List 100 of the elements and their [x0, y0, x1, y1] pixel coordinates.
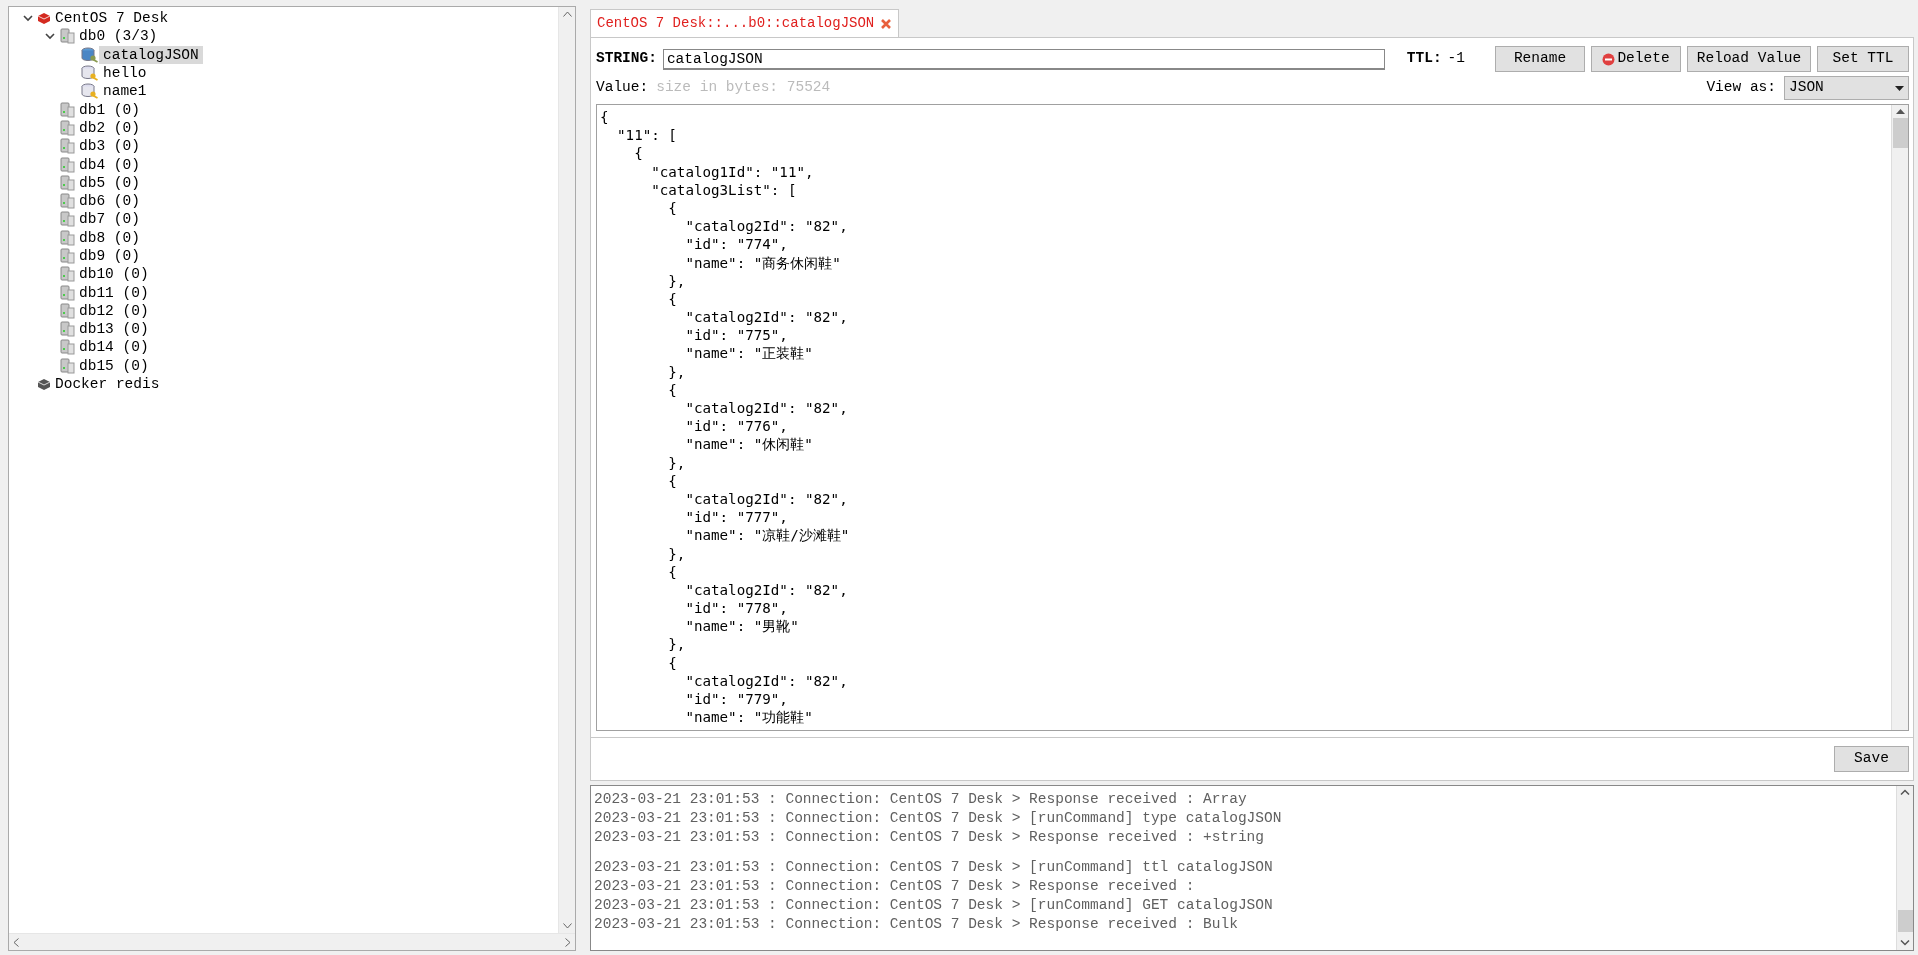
scrollbar[interactable] [1896, 786, 1913, 950]
log-line: 2023-03-21 23:01:53 : Connection: CentOS 7 Desk > Response received : Array [594, 790, 1248, 809]
code-line: { [667, 653, 678, 672]
code-line: "name": "功能鞋" [684, 708, 814, 727]
database-server-icon [59, 284, 75, 301]
tree-item[interactable]: db0 (3/3) [75, 27, 162, 46]
code-line: { [667, 289, 678, 309]
caret-icon [1895, 85, 1904, 91]
database-server-icon [59, 229, 75, 246]
database-server-icon [59, 248, 75, 264]
tree-item[interactable]: db1 (0) [75, 100, 144, 119]
tree-item[interactable]: db8 (0) [75, 228, 144, 247]
code-line: "id": "774", [684, 235, 789, 254]
database-server-icon [59, 339, 75, 356]
code-line: "catalog2Id": "82", [684, 217, 849, 236]
scroll-left-icon[interactable] [13, 937, 19, 947]
editor-tab[interactable]: CentOS 7 Desk::...b0::catalogJSON [590, 9, 900, 37]
log-line: 2023-03-21 23:01:53 : Connection: CentOS 7 Desk > [runCommand] GET catalogJSON [594, 896, 1274, 915]
database-server-icon [59, 321, 75, 338]
scrollbar-thumb[interactable] [1892, 118, 1908, 148]
code-line: }, [667, 362, 687, 381]
tree-item[interactable]: hello [99, 64, 151, 83]
code-line: "name": "男靴" [684, 617, 800, 636]
code-line: "id": "777", [684, 508, 789, 527]
code-line: "catalog2Id": "82", [684, 399, 849, 418]
database-key-icon [81, 83, 99, 100]
tree-item[interactable]: Docker redis [51, 375, 164, 394]
scroll-up-icon[interactable] [1900, 789, 1910, 795]
code-line: "id": "775", [684, 326, 789, 345]
database-server-icon [59, 138, 75, 155]
database-server-icon [59, 156, 75, 173]
scrollbar[interactable] [558, 7, 575, 933]
code-line: }, [667, 271, 687, 290]
code-line: "name": "正装鞋" [684, 344, 814, 363]
code-line: "id": "779", [684, 690, 789, 709]
code-line: "catalog2Id": "82", [684, 489, 849, 509]
tree-item[interactable]: db6 (0) [75, 192, 144, 211]
log-line: 2023-03-21 23:01:53 : Connection: CentOS 7 Desk > Response received : [594, 877, 1196, 896]
toolbar-button[interactable]: Set TTL [1817, 46, 1909, 72]
save-button[interactable]: Save [1834, 746, 1909, 772]
scroll-down-icon[interactable] [562, 923, 572, 929]
log-line: 2023-03-21 23:01:53 : Connection: CentOS 7 Desk > Response received : Bulk [594, 914, 1239, 934]
scroll-up-icon[interactable] [562, 11, 572, 17]
stop-icon [1602, 52, 1616, 66]
tab-label[interactable]: CentOS 7 Desk::...b0::catalogJSON [597, 13, 875, 34]
view-as-dropdown[interactable]: JSON [1784, 76, 1909, 100]
database-server-icon [59, 302, 75, 319]
tree-item[interactable]: db4 (0) [75, 155, 144, 174]
code-line: "catalog1Id": "11", [650, 162, 815, 181]
log-line: 2023-03-21 23:01:53 : Connection: CentOS 7 Desk > [runCommand] ttl catalogJSON [594, 858, 1274, 878]
key-name-field[interactable]: catalogJSON [662, 48, 1385, 70]
database-server-icon [59, 193, 75, 210]
code-line: "name": "商务休闲鞋" [684, 253, 842, 272]
database-server-icon [59, 211, 75, 228]
scroll-up-icon[interactable] [1895, 108, 1905, 114]
database-key-icon [81, 65, 99, 82]
ttl-value: -1 [1447, 49, 1465, 69]
tree-item[interactable]: db12 (0) [75, 301, 153, 320]
tree-item[interactable]: db9 (0) [75, 247, 144, 265]
log-line: 2023-03-21 23:01:53 : Connection: CentOS 7 Desk > Response received : +string [594, 827, 1265, 847]
code-line: }, [667, 453, 687, 472]
tree-item[interactable]: db5 (0) [75, 173, 144, 192]
tree-item[interactable]: db7 (0) [75, 210, 144, 229]
type-label: STRING: [596, 49, 657, 69]
tree-item[interactable]: db3 (0) [75, 137, 144, 156]
scroll-down-icon[interactable] [1900, 940, 1910, 946]
tree-item[interactable]: db10 (0) [75, 265, 153, 284]
code-line: { [667, 471, 678, 490]
database-server-icon [59, 101, 75, 118]
database-server-icon [59, 266, 75, 283]
tree-item[interactable]: db14 (0) [75, 338, 153, 357]
scrollbar[interactable] [9, 933, 575, 950]
tree-item[interactable]: db13 (0) [75, 320, 153, 339]
code-line: { [667, 562, 678, 581]
log-line: 2023-03-21 23:01:53 : Connection: CentOS 7 Desk > [runCommand] type catalogJSON [594, 808, 1283, 828]
tree-item[interactable]: db2 (0) [75, 118, 144, 137]
code-line: "catalog2Id": "82", [684, 308, 849, 327]
close-icon[interactable] [880, 17, 893, 30]
database-server-icon [59, 357, 75, 374]
tree-item[interactable]: CentOS 7 Desk [51, 9, 173, 28]
database-server-icon [59, 174, 75, 191]
code-line: "catalog3List": [ [650, 180, 798, 199]
code-line: "id": "778", [684, 599, 789, 618]
code-line: "catalog2Id": "82", [684, 580, 849, 600]
database-server-icon [59, 28, 75, 45]
scroll-right-icon[interactable] [565, 937, 571, 947]
code-line: "11": [ [616, 126, 678, 145]
view-as-label: View as: [1706, 78, 1776, 98]
tree-item[interactable]: name1 [99, 82, 151, 101]
tree-item[interactable]: db15 (0) [75, 356, 153, 375]
toolbar-button[interactable]: Rename [1495, 46, 1585, 72]
scrollbar[interactable] [1891, 105, 1908, 730]
database-key-icon [81, 46, 99, 63]
code-line: { [633, 144, 644, 163]
scrollbar-thumb[interactable] [1897, 910, 1913, 932]
delete-button[interactable]: Delete [1591, 46, 1681, 72]
toolbar-button[interactable]: Reload Value [1687, 46, 1811, 72]
tree-item[interactable]: db11 (0) [75, 283, 153, 302]
code-line: "name": "凉鞋/沙滩鞋" [684, 526, 851, 545]
tree-item[interactable]: catalogJSON [99, 45, 203, 64]
